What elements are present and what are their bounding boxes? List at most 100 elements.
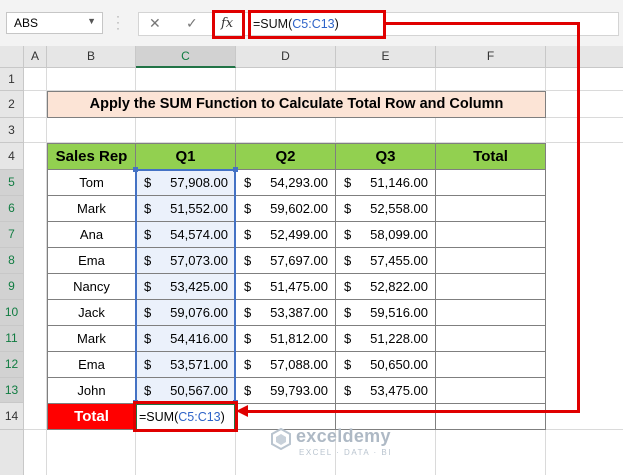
currency-symbol: $ [244, 227, 252, 242]
q3-cell[interactable]: $52,822.00 [335, 273, 436, 300]
amount-value: 59,076.00 [170, 305, 228, 320]
q1-cell[interactable]: $53,425.00 [135, 273, 236, 300]
check-icon[interactable]: ✓ [186, 15, 198, 32]
column-header-d[interactable]: D [236, 46, 336, 68]
q1-cell[interactable]: $59,076.00 [135, 299, 236, 326]
currency-symbol: $ [244, 305, 252, 320]
row-header-6[interactable]: 6 [0, 196, 24, 222]
name-box[interactable]: ABS ▼ [6, 12, 103, 34]
header-total: Total [435, 143, 546, 170]
row-total-cell[interactable] [435, 221, 546, 248]
range-handle-top-right[interactable] [233, 167, 238, 172]
row-header-8[interactable]: 8 [0, 248, 24, 274]
amount-value: 51,812.00 [270, 331, 328, 346]
q3-cell[interactable]: $59,516.00 [335, 299, 436, 326]
q2-cell[interactable]: $51,475.00 [235, 273, 336, 300]
row-header-15[interactable] [0, 430, 24, 475]
total-total-cell[interactable] [435, 403, 546, 430]
fx-highlight-box [212, 10, 245, 39]
amount-value: 54,416.00 [170, 331, 228, 346]
sheet-title: Apply the SUM Function to Calculate Tota… [47, 91, 546, 118]
row-total-cell[interactable] [435, 377, 546, 404]
q3-cell[interactable]: $57,455.00 [335, 247, 436, 274]
q1-cell[interactable]: $50,567.00 [135, 377, 236, 404]
sales-rep-cell[interactable]: Mark [47, 325, 136, 352]
amount-value: 50,650.00 [370, 357, 428, 372]
q3-cell[interactable]: $52,558.00 [335, 195, 436, 222]
q1-cell[interactable]: $53,571.00 [135, 351, 236, 378]
q2-cell[interactable]: $59,793.00 [235, 377, 336, 404]
chevron-down-icon[interactable]: ▼ [87, 16, 96, 26]
row-total-cell[interactable] [435, 169, 546, 196]
row-header-9[interactable]: 9 [0, 274, 24, 300]
currency-symbol: $ [244, 357, 252, 372]
row-header-1[interactable]: 1 [0, 68, 24, 91]
row-total-cell[interactable] [435, 195, 546, 222]
header-q1: Q1 [135, 143, 236, 170]
amount-value: 52,499.00 [270, 227, 328, 242]
sales-rep-cell[interactable]: Nancy [47, 273, 136, 300]
q2-cell[interactable]: $54,293.00 [235, 169, 336, 196]
column-header-c[interactable]: C [136, 46, 236, 68]
q2-cell[interactable]: $57,088.00 [235, 351, 336, 378]
range-handle-top-left[interactable] [133, 167, 138, 172]
row-header-2[interactable]: 2 [0, 91, 24, 118]
row-header-14[interactable]: 14 [0, 403, 24, 430]
row-total-cell[interactable] [435, 351, 546, 378]
currency-symbol: $ [144, 227, 152, 242]
sales-rep-cell[interactable]: Ana [47, 221, 136, 248]
row-header-5[interactable]: 5 [0, 170, 24, 196]
q2-cell[interactable]: $52,499.00 [235, 221, 336, 248]
row-header-3[interactable]: 3 [0, 118, 24, 143]
currency-symbol: $ [344, 357, 352, 372]
column-header-b[interactable]: B [47, 46, 136, 68]
connector-line-top [386, 22, 580, 25]
q2-cell[interactable]: $59,602.00 [235, 195, 336, 222]
column-header-a[interactable]: A [24, 46, 47, 68]
amount-value: 54,293.00 [270, 175, 328, 190]
row-header-7[interactable]: 7 [0, 222, 24, 248]
q2-cell[interactable]: $51,812.00 [235, 325, 336, 352]
q2-cell[interactable]: $57,697.00 [235, 247, 336, 274]
q1-cell[interactable]: $54,416.00 [135, 325, 236, 352]
row-header-12[interactable]: 12 [0, 352, 24, 378]
q3-cell[interactable]: $53,475.00 [335, 377, 436, 404]
q1-cell[interactable]: $57,073.00 [135, 247, 236, 274]
header-q2: Q2 [235, 143, 336, 170]
sales-rep-cell[interactable]: Tom [47, 169, 136, 196]
row-header-13[interactable]: 13 [0, 378, 24, 403]
sales-rep-cell[interactable]: Ema [47, 351, 136, 378]
sales-rep-cell[interactable]: Ema [47, 247, 136, 274]
amount-value: 51,475.00 [270, 279, 328, 294]
currency-symbol: $ [344, 331, 352, 346]
currency-symbol: $ [144, 201, 152, 216]
sales-rep-cell[interactable]: Jack [47, 299, 136, 326]
row-header-11[interactable]: 11 [0, 326, 24, 352]
column-header-e[interactable]: E [336, 46, 436, 68]
sales-rep-cell[interactable]: John [47, 377, 136, 404]
q3-cell[interactable]: $51,228.00 [335, 325, 436, 352]
cancel-icon[interactable]: ✕ [149, 15, 161, 32]
sales-rep-cell[interactable]: Mark [47, 195, 136, 222]
row-total-cell[interactable] [435, 299, 546, 326]
row-total-cell[interactable] [435, 325, 546, 352]
select-all-corner[interactable] [0, 46, 24, 68]
currency-symbol: $ [144, 279, 152, 294]
row-header-4[interactable]: 4 [0, 143, 24, 170]
q3-cell[interactable]: $50,650.00 [335, 351, 436, 378]
q3-cell[interactable]: $51,146.00 [335, 169, 436, 196]
q1-cell[interactable]: $51,552.00 [135, 195, 236, 222]
column-header-f[interactable]: F [436, 46, 546, 68]
drag-handle-icon[interactable]: · · · [116, 10, 122, 34]
currency-symbol: $ [344, 227, 352, 242]
amount-value: 58,099.00 [370, 227, 428, 242]
row-header-10[interactable]: 10 [0, 300, 24, 326]
q2-cell[interactable]: $53,387.00 [235, 299, 336, 326]
row-total-cell[interactable] [435, 247, 546, 274]
q1-cell[interactable]: $54,574.00 [135, 221, 236, 248]
amount-value: 54,574.00 [170, 227, 228, 242]
column-header-g[interactable] [546, 46, 623, 68]
q1-cell[interactable]: $57,908.00 [135, 169, 236, 196]
q3-cell[interactable]: $58,099.00 [335, 221, 436, 248]
row-total-cell[interactable] [435, 273, 546, 300]
